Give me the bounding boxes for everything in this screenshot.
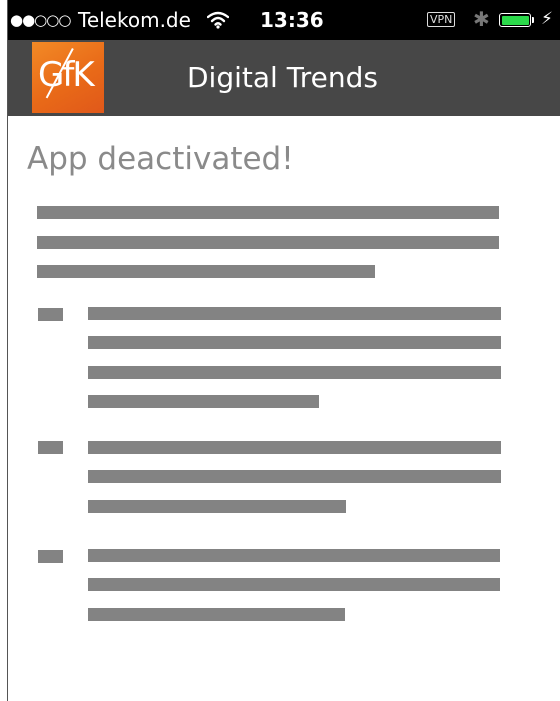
battery-tip [532,17,534,23]
redacted-text-line [88,578,500,591]
redacted-text-line [88,608,345,621]
app-header: GfK Digital Trends [8,40,560,116]
app-screen: ●●○○○ Telekom.de 13:36 VPN ✱ ⚡ GfK Digit… [7,0,560,701]
signal-strength-icon: ●●○○○ [10,11,71,29]
redacted-text-line [88,366,501,379]
battery-icon [499,13,531,27]
charging-icon: ⚡ [541,9,553,29]
redacted-text-line [37,206,499,219]
redacted-text-line [37,265,375,278]
redacted-text-line [37,236,499,249]
status-bar: ●●○○○ Telekom.de 13:36 VPN ✱ ⚡ [8,0,560,40]
battery-level-fill [501,15,529,25]
page-title: App deactivated! [27,141,294,177]
carrier-name: Telekom.de [78,8,191,32]
wifi-icon [207,11,229,29]
redacted-text-line [88,500,346,513]
redacted-text-line [88,395,319,408]
redacted-text-line [88,470,501,483]
redacted-bullet-label [38,308,63,321]
bluetooth-icon: ✱ [473,7,490,31]
redacted-bullet-label [38,550,63,563]
app-title: Digital Trends [187,61,378,94]
vpn-badge: VPN [427,12,456,27]
redacted-text-line [88,307,501,320]
redacted-text-line [88,441,501,454]
redacted-text-line [88,336,501,349]
redacted-bullet-label [38,441,63,454]
clock-time: 13:36 [260,8,324,32]
redacted-text-line [88,549,500,562]
gfk-logo: GfK [32,42,104,113]
